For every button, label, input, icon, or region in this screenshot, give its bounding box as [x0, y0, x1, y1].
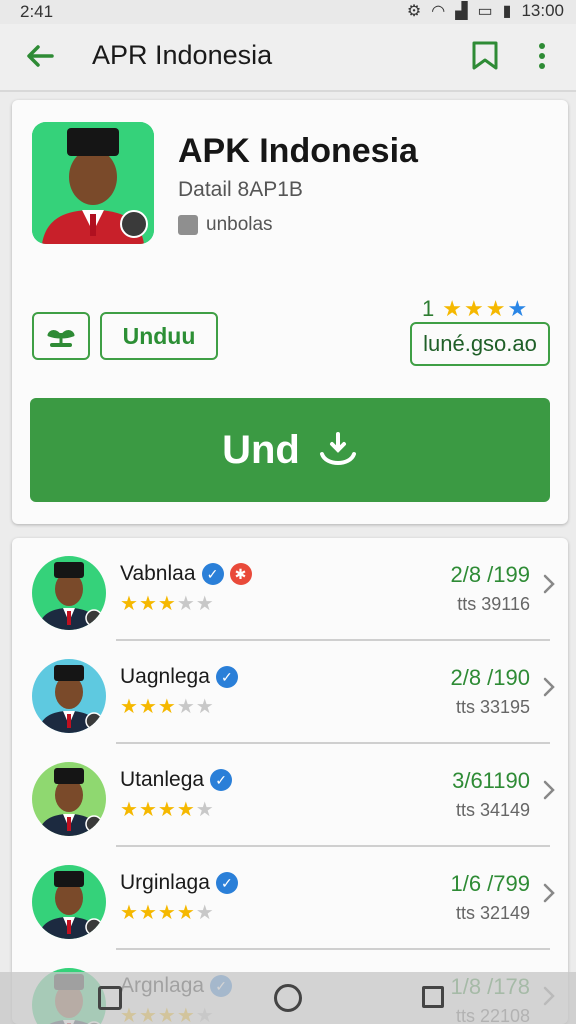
- star-icon: ★: [195, 799, 214, 821]
- rating-row: 1 ★ ★ ★ ★: [422, 296, 527, 322]
- list-item-title: Utanlega ✓: [120, 768, 233, 792]
- star-icon: ★: [195, 593, 214, 615]
- download-icon: [319, 432, 356, 465]
- signal-icon: ▟: [455, 3, 468, 20]
- list-item-date: 3/61190: [452, 768, 530, 793]
- app-icon: [32, 122, 154, 244]
- bookmark-icon[interactable]: [468, 38, 502, 74]
- star-icon: ★: [157, 593, 176, 615]
- star-icon: ★: [120, 593, 138, 615]
- star-icon: ★: [138, 902, 157, 924]
- list-item[interactable]: Vabnlaa ✓ ✱ ★ ★ ★ ★ ★ 2/8 /199 tts 39116: [12, 538, 568, 641]
- avatar: [32, 556, 106, 630]
- download-button[interactable]: Und: [30, 398, 550, 502]
- app-detail-card: APK Indonesia Datail 8AP1B unbolas Unduu…: [12, 100, 568, 524]
- star-icon: ★: [485, 296, 506, 321]
- chevron-right-icon: [543, 574, 555, 594]
- chevron-right-icon: [543, 883, 555, 903]
- star-icon: ★: [138, 593, 157, 615]
- nav-back-icon[interactable]: [98, 986, 122, 1010]
- chevron-right-icon: [543, 780, 555, 800]
- app-name: APK Indonesia: [178, 132, 418, 170]
- rating-stars: ★★★★★: [120, 800, 214, 820]
- developer-icon: [178, 215, 198, 235]
- arrow-back-icon[interactable]: [22, 38, 58, 74]
- rating-stars: ★★★★★: [120, 594, 214, 614]
- battery-icon: ▭: [477, 3, 493, 20]
- verified-icon: ✓: [210, 769, 233, 791]
- navigation-bar: [0, 972, 576, 1024]
- developer-row[interactable]: unbolas: [178, 214, 273, 236]
- rating-stars: ★★★★★: [120, 697, 214, 717]
- star-icon: ★: [157, 799, 176, 821]
- list-item-size: tts 34149: [455, 800, 530, 820]
- domain-link[interactable]: luné.gso.ao: [410, 322, 550, 366]
- star-icon: ★: [176, 593, 195, 615]
- list-item-date: 2/8 /199: [450, 562, 530, 587]
- gear-icon: ⚙: [406, 3, 422, 20]
- list-item-date: 2/8 /190: [450, 665, 530, 690]
- avatar: [32, 659, 106, 733]
- star-icon: ★: [120, 696, 138, 718]
- list-item-name: Utanlega: [120, 768, 205, 791]
- star-icon: ★: [176, 696, 195, 718]
- list-item-name: Vabnlaa: [120, 562, 196, 585]
- list-item-title: Uagnlega ✓: [120, 665, 238, 689]
- list-item-size: tts 39116: [457, 594, 530, 614]
- verified-icon: ✓: [215, 872, 238, 894]
- star-icon: ★: [120, 902, 138, 924]
- more-vert-icon[interactable]: [532, 40, 552, 72]
- badge-icon: ✱: [229, 563, 252, 585]
- star-icon: ★: [463, 296, 484, 321]
- star-icon: ★: [157, 902, 176, 924]
- list-item-name: Uagnlega: [120, 665, 210, 688]
- list-item-date: 1/6 /799: [450, 871, 530, 896]
- star-icon: ★: [176, 902, 195, 924]
- verified-icon: ✓: [215, 666, 238, 688]
- avatar: [32, 762, 106, 836]
- chevron-right-icon: [543, 677, 555, 697]
- developer-name: unbolas: [206, 214, 273, 235]
- rating-stars: ★★★★★: [120, 903, 214, 923]
- unduh-pill-button[interactable]: Unduu: [100, 312, 218, 360]
- plant-icon-button[interactable]: [32, 312, 90, 360]
- sd-icon: ▮: [502, 3, 512, 20]
- list-item[interactable]: Uagnlega ✓ ★ ★ ★ ★ ★ 2/8 /190 tts 33195: [12, 641, 568, 744]
- status-icons: ⚙ ◠ ▟ ▭ ▮ 13:00: [407, 1, 564, 21]
- verified-icon: ✓: [201, 563, 224, 585]
- list-item-name: Urginlaga: [120, 871, 210, 894]
- rating-count: 1: [422, 296, 435, 321]
- star-icon: ★: [138, 696, 157, 718]
- nav-home-icon[interactable]: [274, 984, 302, 1012]
- list-item[interactable]: Utanlega ✓ ★ ★ ★ ★ ★ 3/61190 tts 34149: [12, 744, 568, 847]
- star-icon: ★: [442, 296, 462, 321]
- star-icon: ★: [195, 696, 214, 718]
- list-item-size: tts 33195: [455, 697, 530, 717]
- status-time-right: 13:00: [521, 1, 564, 20]
- list-item[interactable]: Urginlaga ✓ ★ ★ ★ ★ ★ 1/6 /799 tts 32149: [12, 847, 568, 950]
- wifi-icon: ◠: [431, 3, 446, 20]
- nav-recent-icon[interactable]: [422, 986, 444, 1008]
- avatar: [32, 865, 106, 939]
- star-icon: ★: [176, 799, 195, 821]
- star-icon: ★: [120, 799, 138, 821]
- app-subtitle: Datail 8AP1B: [178, 178, 303, 201]
- app-list: Vabnlaa ✓ ✱ ★ ★ ★ ★ ★ 2/8 /199 tts 39116 Uagnlega ✓…: [12, 538, 568, 1024]
- list-item-title: Vabnlaa ✓ ✱: [120, 562, 252, 586]
- status-bar: 2:41 ⚙ ◠ ▟ ▭ ▮ 13:00: [0, 0, 576, 24]
- list-item-title: Urginlaga ✓: [120, 871, 238, 895]
- star-icon: ★: [157, 696, 176, 718]
- status-time-left: 2:41: [20, 2, 54, 21]
- list-item-size: tts 32149: [455, 903, 530, 923]
- page-title: APR Indonesia: [92, 40, 273, 70]
- star-icon: ★: [507, 296, 528, 321]
- star-icon: ★: [138, 799, 157, 821]
- download-label: Und: [222, 427, 300, 472]
- star-icon: ★: [195, 902, 214, 924]
- plant-icon: [47, 330, 75, 347]
- app-bar: APR Indonesia: [0, 24, 576, 92]
